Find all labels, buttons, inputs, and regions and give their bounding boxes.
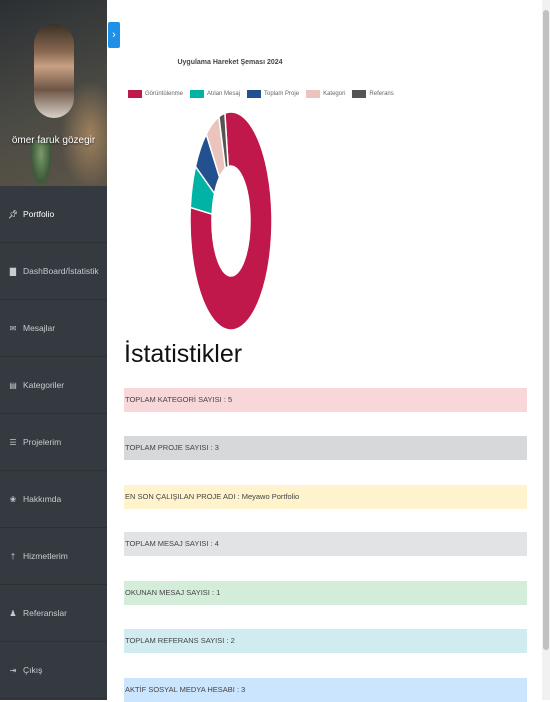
chart-legend: Görüntülenme Atılan Mesaj Toplam Proje K… <box>128 90 394 98</box>
sidebar-menu: 📌︎ Portfolio ▇ DashBoard/İstatistik ✉ Me… <box>0 186 107 699</box>
stat-row-messages: TOPLAM MESAJ SAYISI : 4 <box>124 532 527 556</box>
legend-label: Atılan Mesaj <box>207 91 241 97</box>
avatar <box>34 24 74 118</box>
sidebar-item-projects[interactable]: ☰ Projelerim <box>0 414 107 471</box>
sidebar-item-about[interactable]: ❀ Hakkımda <box>0 471 107 528</box>
legend-item[interactable]: Referans <box>352 90 394 98</box>
chevron-right-icon: › <box>112 29 116 41</box>
legend-swatch-0 <box>128 90 142 98</box>
stat-row-social: AKTİF SOSYAL MEDYA HESABI : 3 <box>124 678 527 702</box>
stats-title: İstatistikler <box>124 340 243 368</box>
sidebar: ömer faruk gözegir 📌︎ Portfolio ▇ DashBo… <box>0 0 107 700</box>
sidebar-item-label: Portfolio <box>23 209 55 219</box>
sidebar-item-label: Kategoriler <box>23 380 65 390</box>
sidebar-item-label: Hakkımda <box>23 494 62 504</box>
paw-icon: ❀ <box>9 494 17 504</box>
stat-row-last-project: EN SON ÇALIŞILAN PROJE ADI : Meyawo Port… <box>124 485 527 509</box>
sidebar-item-label: Referanslar <box>23 608 67 618</box>
donut-chart <box>189 111 273 331</box>
sidebar-item-references[interactable]: ♟ Referanslar <box>0 585 107 642</box>
profile-header: ömer faruk gözegir <box>0 0 107 186</box>
users-icon: ♟ <box>9 608 17 618</box>
sidebar-item-label: DashBoard/İstatistik <box>23 266 99 276</box>
folder-icon: ▤ <box>9 380 17 390</box>
bar-chart-icon: ▇ <box>9 266 17 276</box>
legend-label: Kategori <box>323 91 346 97</box>
profile-name: ömer faruk gözegir <box>11 135 96 146</box>
stat-row-references: TOPLAM REFERANS SAYISI : 2 <box>124 629 527 653</box>
list-icon: ☰ <box>9 437 17 447</box>
scrollbar[interactable] <box>542 0 550 700</box>
sidebar-item-portfolio[interactable]: 📌︎ Portfolio <box>0 186 107 243</box>
sidebar-item-label: Çıkış <box>23 665 43 675</box>
wrench-icon: † <box>10 551 16 561</box>
logout-icon: ⇥ <box>9 665 17 675</box>
legend-label: Toplam Proje <box>264 91 300 97</box>
background-plant <box>30 140 52 186</box>
stat-row-read-messages: OKUNAN MESAJ SAYISI : 1 <box>124 581 527 605</box>
legend-item[interactable]: Toplam Proje <box>247 90 299 98</box>
legend-swatch-4 <box>352 90 367 98</box>
legend-label: Referans <box>369 91 394 97</box>
stat-row-categories: TOPLAM KATEGORİ SAYISI : 5 <box>124 388 527 412</box>
sidebar-item-categories[interactable]: ▤ Kategoriler <box>0 357 107 414</box>
sidebar-item-label: Hizmetlerim <box>23 551 68 561</box>
sidebar-toggle-button[interactable]: › <box>108 22 120 48</box>
sidebar-item-messages[interactable]: ✉ Mesajlar <box>0 300 107 357</box>
legend-item[interactable]: Kategori <box>306 90 345 98</box>
legend-label: Görüntülenme <box>145 91 184 97</box>
pin-icon: 📌︎ <box>8 209 19 219</box>
sidebar-item-label: Projelerim <box>23 437 62 447</box>
scrollbar-thumb[interactable] <box>543 10 549 650</box>
sidebar-item-label: Mesajlar <box>23 323 56 333</box>
legend-swatch-3 <box>306 90 321 98</box>
legend-item[interactable]: Görüntülenme <box>128 90 183 98</box>
sidebar-item-logout[interactable]: ⇥ Çıkış <box>0 642 107 699</box>
legend-swatch-1 <box>190 90 205 98</box>
sidebar-item-dashboard[interactable]: ▇ DashBoard/İstatistik <box>0 243 107 300</box>
stat-row-projects: TOPLAM PROJE SAYISI : 3 <box>124 436 527 460</box>
legend-item[interactable]: Atılan Mesaj <box>190 90 240 98</box>
legend-swatch-2 <box>247 90 262 98</box>
chart-title: Uygulama Hareket Şeması 2024 <box>177 59 283 66</box>
sidebar-item-services[interactable]: † Hizmetlerim <box>0 528 107 585</box>
envelope-icon: ✉ <box>9 323 17 333</box>
